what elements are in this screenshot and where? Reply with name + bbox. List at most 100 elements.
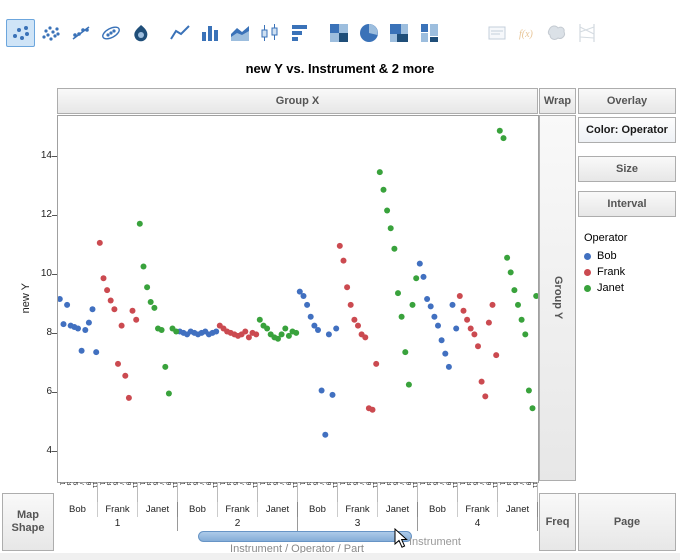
data-point[interactable] xyxy=(395,290,401,296)
data-point[interactable] xyxy=(471,331,477,337)
data-point[interactable] xyxy=(162,364,168,370)
drop-zone-group-x[interactable]: Group X xyxy=(57,88,538,114)
data-point[interactable] xyxy=(344,284,350,290)
data-point[interactable] xyxy=(351,317,357,323)
bar-icon-button[interactable] xyxy=(195,19,224,47)
data-point[interactable] xyxy=(279,331,285,337)
data-point[interactable] xyxy=(435,323,441,329)
data-point[interactable] xyxy=(453,326,459,332)
data-point[interactable] xyxy=(428,303,434,309)
drop-zone-size[interactable]: Size xyxy=(578,156,676,182)
data-point[interactable] xyxy=(101,275,107,281)
data-point[interactable] xyxy=(304,302,310,308)
data-point[interactable] xyxy=(526,388,532,394)
drop-zone-group-y[interactable]: Group Y xyxy=(539,115,576,481)
data-point[interactable] xyxy=(264,326,270,332)
data-point[interactable] xyxy=(522,331,528,337)
data-point[interactable] xyxy=(75,326,81,332)
plot-area[interactable] xyxy=(57,115,539,483)
map-shape-tool-icon-button[interactable] xyxy=(542,19,571,47)
area-icon-button[interactable] xyxy=(225,19,254,47)
drop-zone-wrap[interactable]: Wrap xyxy=(539,88,576,114)
data-point[interactable] xyxy=(468,326,474,332)
data-point[interactable] xyxy=(384,208,390,214)
data-point[interactable] xyxy=(64,302,70,308)
data-point[interactable] xyxy=(530,405,536,411)
drop-zone-overlay[interactable]: Overlay xyxy=(578,88,676,114)
data-point[interactable] xyxy=(519,317,525,323)
legend-item-bob[interactable]: Bob xyxy=(584,250,627,262)
data-point[interactable] xyxy=(86,320,92,326)
data-point[interactable] xyxy=(319,388,325,394)
data-point[interactable] xyxy=(533,293,538,299)
data-point[interactable] xyxy=(482,393,488,399)
data-point[interactable] xyxy=(315,327,321,333)
line-icon-button[interactable] xyxy=(165,19,194,47)
data-point[interactable] xyxy=(333,326,339,332)
data-point[interactable] xyxy=(355,323,361,329)
data-point[interactable] xyxy=(126,395,132,401)
data-point[interactable] xyxy=(479,379,485,385)
data-point[interactable] xyxy=(417,261,423,267)
data-point[interactable] xyxy=(137,221,143,227)
data-point[interactable] xyxy=(111,306,117,312)
data-point[interactable] xyxy=(322,432,328,438)
data-point[interactable] xyxy=(457,293,463,299)
data-point[interactable] xyxy=(388,225,394,231)
axis-scrollbar[interactable] xyxy=(198,531,412,542)
data-point[interactable] xyxy=(348,302,354,308)
data-point[interactable] xyxy=(391,246,397,252)
histogram-icon-button[interactable] xyxy=(285,19,314,47)
drop-zone-interval[interactable]: Interval xyxy=(578,191,676,217)
pie-icon-button[interactable] xyxy=(354,19,383,47)
data-point[interactable] xyxy=(515,302,521,308)
data-point[interactable] xyxy=(373,361,379,367)
data-point[interactable] xyxy=(104,287,110,293)
data-point[interactable] xyxy=(431,314,437,320)
data-point[interactable] xyxy=(402,349,408,355)
data-point[interactable] xyxy=(399,314,405,320)
data-point[interactable] xyxy=(413,275,419,281)
data-point[interactable] xyxy=(58,296,63,302)
data-point[interactable] xyxy=(381,187,387,193)
data-point[interactable] xyxy=(108,298,114,304)
ellipse-icon-button[interactable] xyxy=(96,19,125,47)
data-point[interactable] xyxy=(119,323,125,329)
data-point[interactable] xyxy=(446,364,452,370)
data-point[interactable] xyxy=(508,269,514,275)
data-point[interactable] xyxy=(61,321,67,327)
box-plot-icon-button[interactable] xyxy=(255,19,284,47)
data-point[interactable] xyxy=(253,331,259,337)
data-point[interactable] xyxy=(90,306,96,312)
data-point[interactable] xyxy=(133,317,139,323)
data-point[interactable] xyxy=(141,264,147,270)
line-of-fit-icon-button[interactable] xyxy=(66,19,95,47)
data-point[interactable] xyxy=(424,296,430,302)
data-point[interactable] xyxy=(130,308,136,314)
data-point[interactable] xyxy=(450,302,456,308)
data-point[interactable] xyxy=(148,299,154,305)
heatmap-icon-button[interactable] xyxy=(324,19,353,47)
data-point[interactable] xyxy=(511,287,517,293)
data-point[interactable] xyxy=(151,305,157,311)
data-point[interactable] xyxy=(115,361,121,367)
data-point[interactable] xyxy=(242,329,248,335)
data-point[interactable] xyxy=(93,349,99,355)
data-point[interactable] xyxy=(79,348,85,354)
data-point[interactable] xyxy=(493,352,499,358)
data-point[interactable] xyxy=(497,128,503,134)
data-point[interactable] xyxy=(326,331,332,337)
legend-item-janet[interactable]: Janet xyxy=(584,282,627,294)
data-point[interactable] xyxy=(464,317,470,323)
data-point[interactable] xyxy=(475,343,481,349)
points-icon-button[interactable] xyxy=(6,19,35,47)
data-point[interactable] xyxy=(213,329,219,335)
data-point[interactable] xyxy=(308,314,314,320)
data-point[interactable] xyxy=(486,320,492,326)
data-point[interactable] xyxy=(370,407,376,413)
data-point[interactable] xyxy=(410,302,416,308)
data-point[interactable] xyxy=(362,334,368,340)
mosaic-icon-button[interactable] xyxy=(414,19,443,47)
data-point[interactable] xyxy=(341,258,347,264)
contour-icon-button[interactable] xyxy=(126,19,155,47)
